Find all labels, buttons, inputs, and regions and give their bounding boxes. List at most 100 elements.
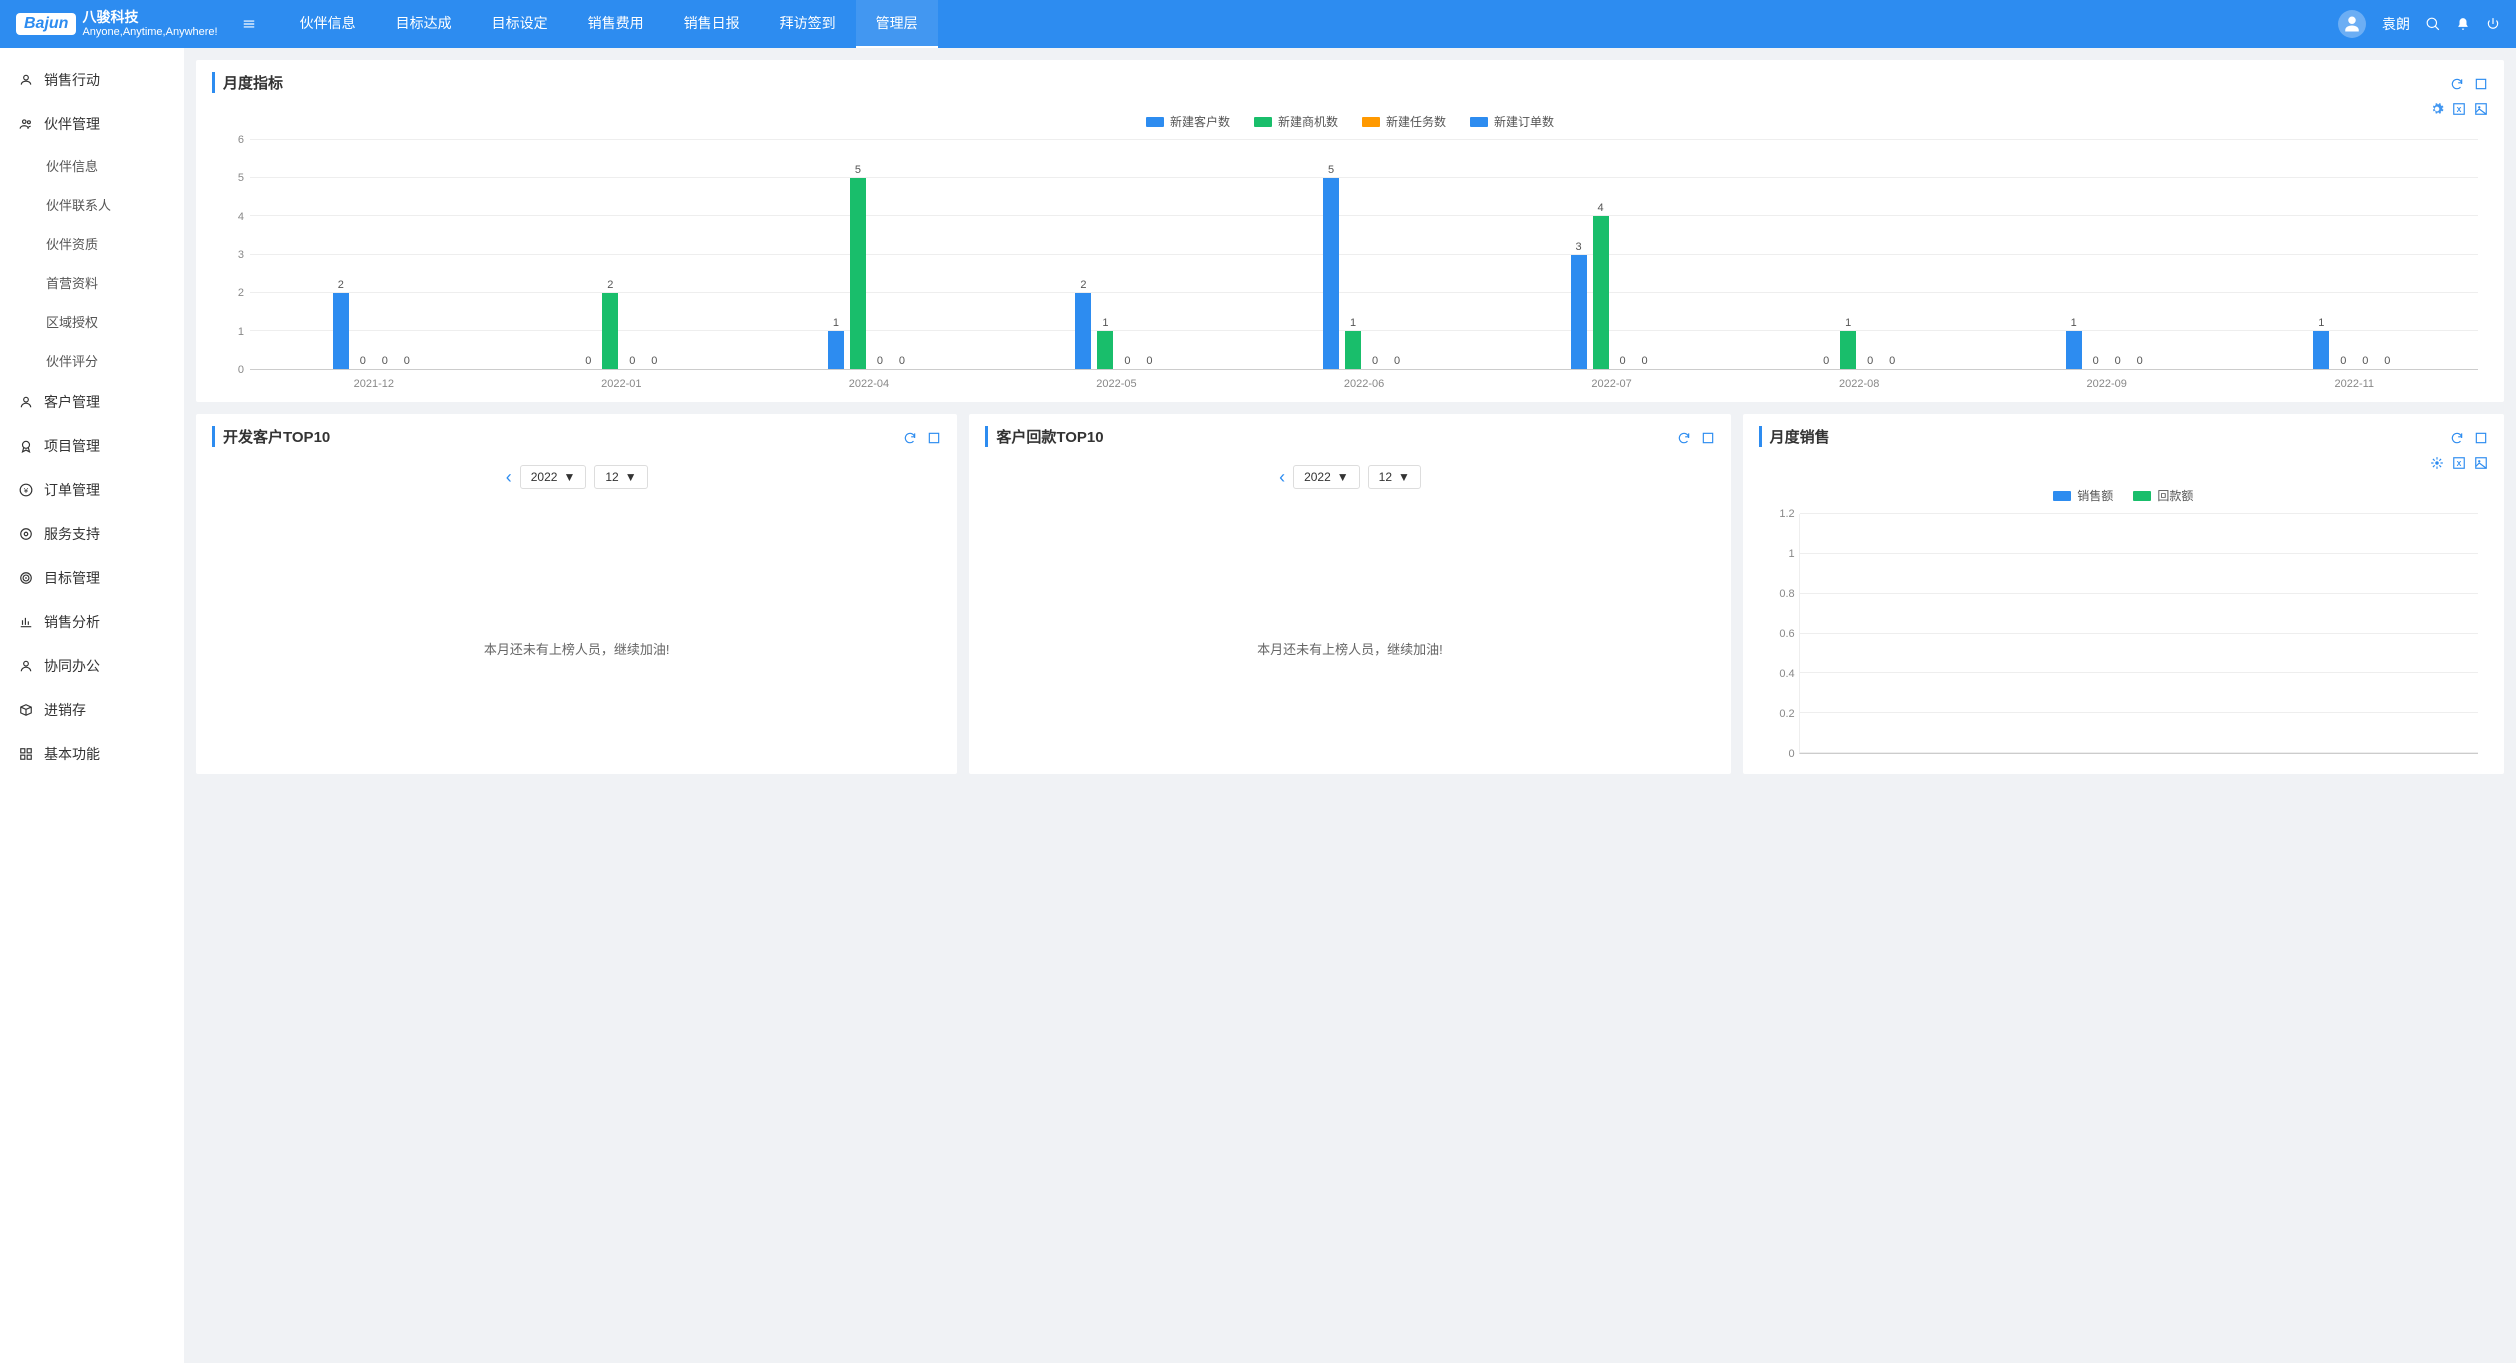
year-select[interactable]: 2022 ▼	[520, 465, 587, 489]
export-excel-icon[interactable]: X	[2452, 100, 2466, 116]
bar[interactable]: 2	[602, 140, 618, 369]
bar[interactable]: 2	[1075, 140, 1091, 369]
sidebar-group[interactable]: 项目管理	[0, 424, 184, 468]
bar[interactable]: 0	[1818, 140, 1834, 369]
bar[interactable]: 1	[2066, 140, 2082, 369]
sidebar-sub-item[interactable]: 首营资料	[0, 263, 184, 302]
bar[interactable]: 1	[1097, 140, 1113, 369]
legend-item[interactable]: 新建订单数	[1470, 113, 1554, 130]
bell-icon[interactable]	[2456, 17, 2470, 31]
expand-icon[interactable]	[1701, 428, 1715, 444]
bar[interactable]: 0	[646, 140, 662, 369]
settings-icon[interactable]	[2430, 100, 2444, 116]
bar[interactable]: 3	[1571, 140, 1587, 369]
sidebar-sub-item[interactable]: 伙伴联系人	[0, 185, 184, 224]
topnav-item[interactable]: 销售费用	[568, 0, 664, 48]
sidebar-group[interactable]: 伙伴管理	[0, 102, 184, 146]
search-icon[interactable]	[2426, 17, 2440, 31]
sidebar-group[interactable]: ¥订单管理	[0, 468, 184, 512]
refresh-icon[interactable]	[903, 428, 917, 444]
month-select[interactable]: 12 ▼	[1368, 465, 1421, 489]
sidebar-sub-item[interactable]: 伙伴评分	[0, 341, 184, 380]
menu-toggle-icon[interactable]	[242, 15, 256, 33]
bar[interactable]: 0	[2088, 140, 2104, 369]
refresh-icon[interactable]	[1677, 428, 1691, 444]
year-select[interactable]: 2022 ▼	[1293, 465, 1360, 489]
sidebar-group[interactable]: 销售行动	[0, 58, 184, 102]
export-image-icon[interactable]	[2474, 100, 2488, 116]
bar[interactable]: 0	[399, 140, 415, 369]
power-icon[interactable]	[2486, 17, 2500, 31]
topnav-item[interactable]: 销售日报	[664, 0, 760, 48]
legend-item[interactable]: 新建商机数	[1254, 113, 1338, 130]
bar[interactable]: 0	[2110, 140, 2126, 369]
refresh-icon[interactable]	[2450, 74, 2464, 90]
bar[interactable]: 0	[2132, 140, 2148, 369]
x-axis-label: 2021-12	[250, 370, 498, 390]
legend-item[interactable]: 销售额	[2053, 487, 2113, 504]
refresh-icon[interactable]	[2450, 428, 2464, 444]
sidebar-group[interactable]: 销售分析	[0, 600, 184, 644]
bar[interactable]: 1	[828, 140, 844, 369]
bar[interactable]: 5	[1323, 140, 1339, 369]
bar[interactable]: 0	[1615, 140, 1631, 369]
user-name[interactable]: 袁朗	[2382, 14, 2410, 34]
export-excel-icon[interactable]: X	[2452, 454, 2466, 470]
topnav-item[interactable]: 拜访签到	[760, 0, 856, 48]
support-icon	[18, 527, 34, 541]
bar[interactable]: 0	[894, 140, 910, 369]
main-content: 月度指标 X 新建客户数新建商机数新建任务数新建订单数 0123456 2000…	[184, 48, 2516, 1363]
legend-item[interactable]: 新建客户数	[1146, 113, 1230, 130]
bar[interactable]: 0	[1141, 140, 1157, 369]
bar[interactable]: 0	[355, 140, 371, 369]
bar[interactable]: 0	[1389, 140, 1405, 369]
bar[interactable]: 0	[1367, 140, 1383, 369]
sidebar-group[interactable]: 进销存	[0, 688, 184, 732]
bar[interactable]: 0	[2379, 140, 2395, 369]
bar[interactable]: 2	[333, 140, 349, 369]
sidebar-group[interactable]: 协同办公	[0, 644, 184, 688]
bar[interactable]: 1	[1345, 140, 1361, 369]
bar[interactable]: 4	[1593, 140, 1609, 369]
sidebar-group[interactable]: 基本功能	[0, 732, 184, 776]
topnav-item[interactable]: 目标设定	[472, 0, 568, 48]
expand-icon[interactable]	[2474, 74, 2488, 90]
bar[interactable]: 0	[624, 140, 640, 369]
bar[interactable]: 0	[580, 140, 596, 369]
bar[interactable]: 0	[1119, 140, 1135, 369]
expand-icon[interactable]	[927, 428, 941, 444]
bar[interactable]: 1	[2313, 140, 2329, 369]
sidebar-sub-item[interactable]: 伙伴信息	[0, 146, 184, 185]
sidebar-group[interactable]: 客户管理	[0, 380, 184, 424]
avatar[interactable]	[2338, 10, 2366, 38]
bar[interactable]: 0	[377, 140, 393, 369]
settings-icon[interactable]	[2430, 454, 2444, 470]
bar[interactable]: 0	[1862, 140, 1878, 369]
sidebar-sub-item[interactable]: 区域授权	[0, 302, 184, 341]
bar[interactable]: 0	[2357, 140, 2373, 369]
bar[interactable]: 0	[1884, 140, 1900, 369]
expand-icon[interactable]	[2474, 428, 2488, 444]
topnav-item[interactable]: 目标达成	[376, 0, 472, 48]
legend-item[interactable]: 回款额	[2133, 487, 2193, 504]
prev-month-icon[interactable]: ‹	[1279, 467, 1285, 488]
month-select[interactable]: 12 ▼	[594, 465, 647, 489]
bar[interactable]: 0	[1637, 140, 1653, 369]
bar[interactable]: 5	[850, 140, 866, 369]
chevron-down-icon: ▼	[563, 470, 575, 484]
panel-title: 客户回款TOP10	[985, 426, 1103, 447]
topnav-item[interactable]: 管理层	[856, 0, 938, 48]
legend-item[interactable]: 新建任务数	[1362, 113, 1446, 130]
bar[interactable]: 0	[872, 140, 888, 369]
bar-group: 0200	[498, 140, 746, 369]
chevron-down-icon: ▼	[1398, 470, 1410, 484]
bar[interactable]: 1	[1840, 140, 1856, 369]
topnav-item[interactable]: 伙伴信息	[280, 0, 376, 48]
sidebar-group[interactable]: 服务支持	[0, 512, 184, 556]
sidebar-label: 目标管理	[44, 568, 100, 588]
bar[interactable]: 0	[2335, 140, 2351, 369]
sidebar-group[interactable]: 目标管理	[0, 556, 184, 600]
export-image-icon[interactable]	[2474, 454, 2488, 470]
sidebar-sub-item[interactable]: 伙伴资质	[0, 224, 184, 263]
prev-month-icon[interactable]: ‹	[506, 467, 512, 488]
